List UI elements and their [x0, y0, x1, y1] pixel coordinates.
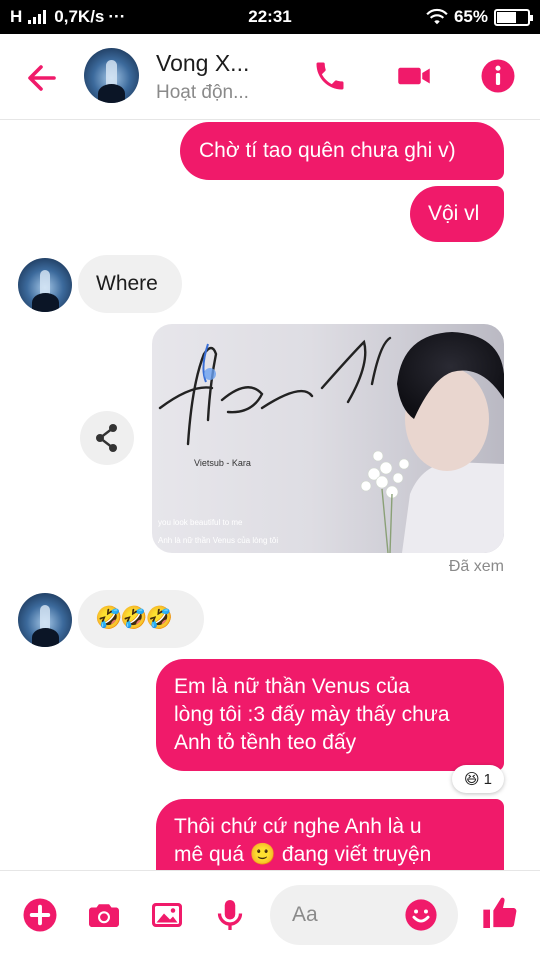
message-input[interactable] [292, 899, 402, 931]
emoji-text: 🤣🤣🤣 [95, 605, 173, 630]
battery-percent: 65% [453, 7, 488, 26]
message-line: Thôi chứ cứ nghe Anh là u [174, 815, 422, 838]
image-caption: Anh là nữ thần Venus của lòng tôi [158, 536, 278, 545]
image-subtitle: Vietsub - Kara [194, 458, 251, 468]
emoji-icon[interactable] [404, 898, 438, 932]
share-icon [96, 424, 117, 452]
thumbs-up-icon[interactable] [480, 893, 520, 933]
sender-avatar[interactable] [18, 593, 72, 647]
video-camera-icon[interactable] [396, 58, 432, 94]
message-line: lòng tôi :3 đấy mày thấy chưa [174, 703, 450, 726]
status-right: 65% [426, 7, 533, 27]
message-input-container[interactable] [270, 885, 458, 945]
outgoing-message[interactable]: Em là nữ thần Venus của lòng tôi :3 đấy … [156, 659, 504, 771]
outgoing-message[interactable]: Thôi chứ cứ nghe Anh là u mê quá 🙂 đang … [156, 799, 504, 870]
incoming-message[interactable]: Where [78, 255, 182, 313]
reaction-badge[interactable]: 😆 1 [452, 765, 504, 793]
camera-icon[interactable] [86, 897, 122, 933]
phone-icon[interactable] [312, 58, 348, 94]
status-bar: H 0,7K/s ··· 22:31 65% [0, 0, 540, 34]
back-arrow-icon[interactable] [22, 58, 62, 98]
image-caption: you look beautiful to me [158, 518, 243, 527]
message-line: Anh tỏ tềnh teo đấy [174, 731, 357, 754]
battery-fill [497, 11, 516, 23]
outgoing-message[interactable]: Chờ tí tao quên chưa ghi v) [180, 122, 504, 180]
message-text: Where [96, 272, 158, 295]
info-icon[interactable] [480, 58, 516, 94]
message-fragment: mê quá [174, 843, 245, 866]
shared-image[interactable]: Vietsub - Kara you look beautiful to me … [152, 324, 504, 553]
image-content: Vietsub - Kara you look beautiful to me … [158, 332, 504, 553]
seen-status: Đã xem [448, 558, 504, 575]
message-list[interactable]: Chờ tí tao quên chưa ghi v) Vội vl Where [0, 120, 540, 870]
contact-status: Hoạt độn... [156, 82, 249, 103]
sender-avatar[interactable] [18, 258, 72, 312]
laughing-emoji-icon: 😆 [464, 771, 480, 788]
image-icon[interactable] [149, 897, 185, 933]
composer-bar [0, 870, 540, 960]
share-button[interactable] [80, 411, 134, 465]
message-line: Em là nữ thần Venus của [174, 675, 410, 698]
microphone-icon[interactable] [212, 897, 248, 933]
plus-icon[interactable] [22, 897, 58, 933]
smile-emoji-icon: 🙂 [249, 843, 277, 866]
chat-header: Vong X... Hoạt độn... [0, 34, 540, 120]
outgoing-message[interactable]: Vội vl [410, 186, 504, 242]
incoming-message[interactable]: 🤣🤣🤣 [78, 590, 204, 648]
contact-name[interactable]: Vong X... [156, 50, 249, 77]
wifi-icon [426, 8, 448, 25]
contact-avatar[interactable] [84, 48, 139, 103]
battery-icon [494, 8, 533, 26]
message-text: Vội vl [428, 202, 480, 225]
message-fragment: đang viết truyện [281, 843, 432, 866]
message-text: Chờ tí tao quên chưa ghi v) [199, 139, 456, 162]
message-line: mê quá 🙂 đang viết truyện [174, 841, 504, 869]
reaction-count: 1 [483, 770, 492, 788]
